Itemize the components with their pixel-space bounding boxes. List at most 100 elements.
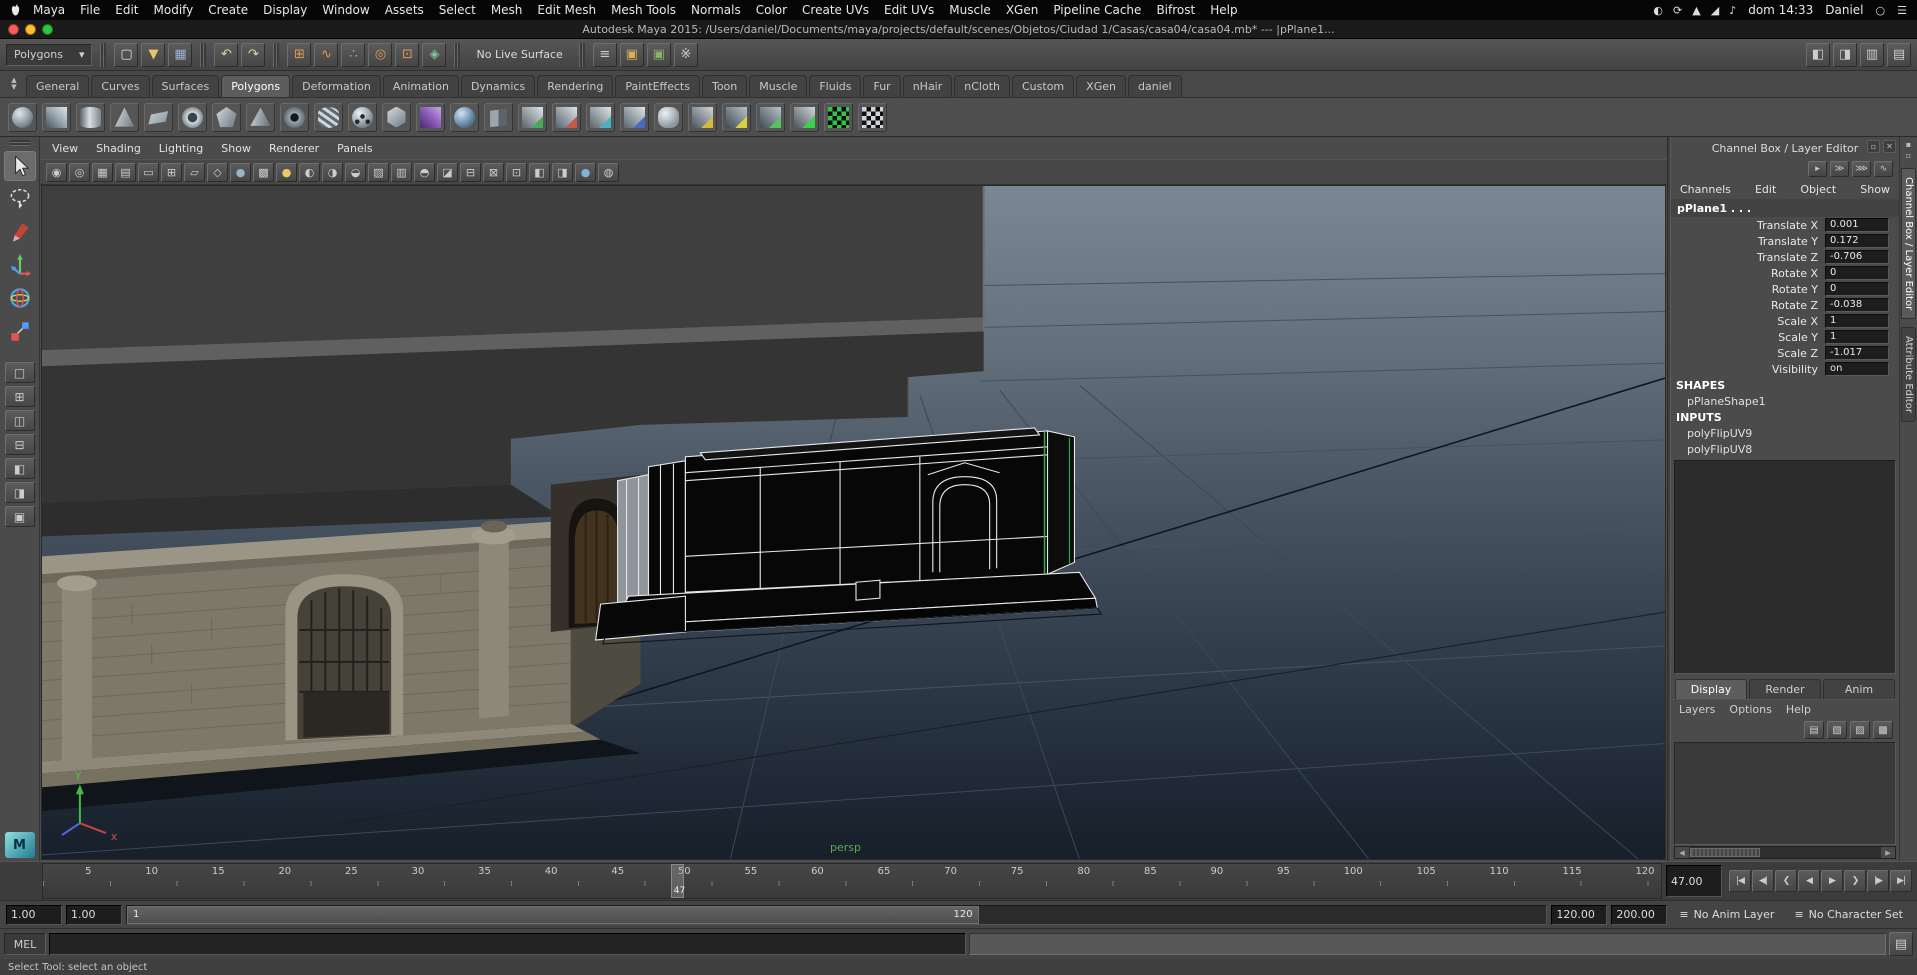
menu-item[interactable]: Edit UVs	[884, 3, 934, 17]
shelf-tab[interactable]: daniel	[1127, 75, 1182, 97]
lock-camera-icon[interactable]: ◎	[69, 162, 90, 182]
fast-channel-drag-icon[interactable]: ⋙	[1852, 161, 1871, 177]
camera-attributes-icon[interactable]: ▦	[92, 162, 113, 182]
channel-attribute-value[interactable]: -1.017	[1825, 346, 1889, 360]
sidebar-vertical-tab[interactable]: Channel Box / Layer Editor	[1901, 168, 1916, 320]
menu-item[interactable]: Assets	[385, 3, 424, 17]
channel-box-menu-item[interactable]: Channels	[1680, 183, 1731, 196]
wireframe-icon[interactable]: ◇	[207, 162, 228, 182]
layer-editor-menu-item[interactable]: Layers	[1679, 703, 1715, 716]
channel-attribute-value[interactable]: 0	[1825, 282, 1889, 296]
float-panel-icon[interactable]: ▫	[1867, 140, 1880, 153]
notification-center-icon[interactable]: ☰	[1897, 4, 1907, 17]
panel-menu-item[interactable]: Panels	[337, 142, 372, 155]
scrollbar-track[interactable]	[1761, 847, 1881, 858]
window-title-bar[interactable]: Autodesk Maya 2015: /Users/daniel/Docume…	[0, 20, 1917, 39]
menu-item[interactable]: Maya	[33, 3, 65, 17]
minimize-window-button[interactable]	[25, 23, 36, 35]
gamma-icon[interactable]: ◪	[437, 162, 458, 182]
playback-start-field[interactable]	[66, 904, 122, 925]
menu-item[interactable]: Edit	[115, 3, 138, 17]
toggle-tool-settings-icon[interactable]: ▥	[1860, 42, 1884, 67]
scroll-left-arrow[interactable]: ◀	[1675, 847, 1689, 858]
paint-selection-tool[interactable]	[4, 217, 36, 247]
channel-attribute-value[interactable]: 0.001	[1825, 218, 1889, 232]
shelf-tab[interactable]: XGen	[1076, 75, 1126, 97]
menu-item[interactable]: Help	[1210, 3, 1237, 17]
boolean-icon[interactable]	[620, 102, 649, 132]
shelf-tab[interactable]: General	[26, 75, 90, 97]
snap-to-projected-center-icon[interactable]: ◎	[368, 42, 393, 67]
snap-to-point-icon[interactable]: ∴	[341, 42, 366, 67]
sidebar-vertical-tab[interactable]: Attribute Editor	[1901, 327, 1916, 423]
layer-editor-tab[interactable]: Render	[1749, 679, 1821, 699]
combine-icon[interactable]	[518, 102, 547, 132]
motion-blur-icon[interactable]: ◒	[345, 162, 366, 182]
shelf-tab[interactable]: Curves	[91, 75, 150, 97]
extrude-icon[interactable]	[688, 102, 717, 132]
toggle-attribute-editor-icon[interactable]: ◨	[1833, 42, 1857, 67]
poly-cylinder-icon[interactable]	[76, 102, 105, 132]
select-camera-icon[interactable]: ◉	[46, 162, 67, 182]
bookmarks-icon[interactable]: ▤	[115, 162, 136, 182]
dock-icon[interactable]: ▪	[1906, 140, 1911, 149]
channel-attribute-label[interactable]: Translate Z	[1671, 251, 1825, 264]
channel-attribute-value[interactable]: on	[1825, 362, 1889, 376]
select-tool[interactable]	[3, 151, 36, 181]
checker-gray-icon[interactable]	[858, 102, 887, 132]
maya-logo-badge[interactable]: M	[4, 832, 35, 858]
character-set-selector[interactable]: ≡ No Character Set	[1786, 908, 1911, 921]
play-backwards-button[interactable]: ◀	[1798, 870, 1820, 892]
close-panel-icon[interactable]: ✕	[1883, 140, 1896, 153]
bevel-icon[interactable]	[722, 102, 751, 132]
gate-mask-icon[interactable]: ⊟	[460, 162, 481, 182]
sculpt-cube-icon[interactable]	[416, 102, 445, 132]
checker-green-icon[interactable]	[824, 102, 853, 132]
layer-editor-tab[interactable]: Display	[1675, 679, 1747, 699]
snap-to-grid-icon[interactable]: ⊞	[287, 42, 312, 67]
move-tool[interactable]	[4, 250, 36, 280]
menu-item[interactable]: XGen	[1006, 3, 1039, 17]
make-live-icon[interactable]: ◈	[422, 42, 447, 67]
bridge-icon[interactable]	[756, 102, 785, 132]
screen-space-ao-icon[interactable]: ◑	[322, 162, 343, 182]
menu-item[interactable]: Normals	[691, 3, 741, 17]
panel-menu-item[interactable]: Show	[221, 142, 251, 155]
undo-icon[interactable]: ↶	[214, 42, 239, 67]
menu-item[interactable]: Create UVs	[802, 3, 869, 17]
shaded-icon[interactable]: ●	[230, 162, 251, 182]
user-menu[interactable]: Daniel	[1825, 3, 1863, 17]
current-frame-playhead[interactable]: 47	[670, 864, 685, 898]
open-scene-icon[interactable]: ▼	[141, 42, 166, 67]
poly-pyramid-icon[interactable]	[246, 102, 275, 132]
shadows-icon[interactable]: ◐	[299, 162, 320, 182]
channel-attribute-value[interactable]: 1	[1825, 330, 1889, 344]
film-gate-icon[interactable]: ⊠	[483, 162, 504, 182]
toolbar-grip[interactable]	[454, 42, 461, 67]
rotate-tool[interactable]	[4, 283, 36, 313]
snap-to-view-plane-icon[interactable]: ⊡	[395, 42, 420, 67]
input-node-item[interactable]: polyFlipUV8	[1671, 441, 1899, 457]
toolbar-grip[interactable]	[200, 42, 207, 67]
poly-cone-icon[interactable]	[110, 102, 139, 132]
layer-editor-menu-item[interactable]: Help	[1786, 703, 1811, 716]
viewport-canvas[interactable]: Y x persp	[41, 185, 1666, 860]
animation-end-field[interactable]	[1611, 904, 1668, 925]
poly-plane-icon[interactable]	[144, 102, 173, 132]
undock-icon[interactable]: ▫	[1906, 151, 1911, 160]
layer-attributes-icon[interactable]: ▩	[1873, 721, 1893, 739]
toggle-layer-visibility-icon[interactable]: ▤	[1804, 721, 1824, 739]
shelf-tab[interactable]: Toon	[701, 75, 748, 97]
close-window-button[interactable]	[8, 23, 19, 35]
channel-attribute-label[interactable]: Visibility	[1671, 363, 1825, 376]
menu-bar-clock[interactable]: dom 14:33	[1748, 3, 1813, 17]
menu-item[interactable]: Modify	[154, 3, 194, 17]
poly-helix-icon[interactable]	[314, 102, 343, 132]
notification-icon[interactable]: ◐	[1653, 4, 1663, 17]
four-pane-layout-button[interactable]: ⊞	[4, 386, 35, 407]
shelf-tab[interactable]: Animation	[382, 75, 459, 97]
channel-attribute-value[interactable]: -0.706	[1825, 250, 1889, 264]
multisample-icon[interactable]: ▨	[368, 162, 389, 182]
command-language-toggle[interactable]: MEL	[4, 933, 46, 955]
time-slider-ruler[interactable]: 5 10 15 20 25 30 35 40 45 50 55 60 65 70 75 80 85 90 95 100…	[42, 863, 1662, 899]
